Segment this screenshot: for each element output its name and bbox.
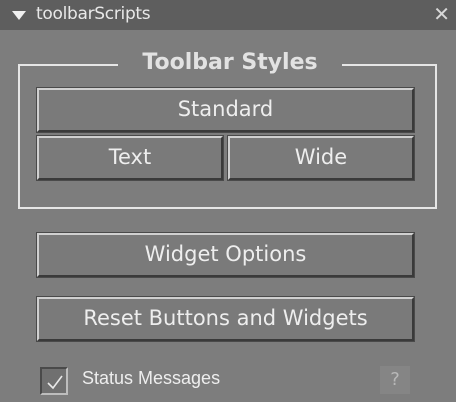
text-style-button[interactable]: Text (36, 135, 224, 181)
status-messages-label: Status Messages (82, 368, 221, 388)
toolbar-scripts-panel: toolbarScripts ✕ Toolbar Styles Standard… (0, 0, 456, 402)
toolbar-styles-title: Toolbar Styles (142, 50, 318, 75)
panel-title: toolbarScripts (36, 4, 151, 24)
wide-style-button[interactable]: Wide (227, 135, 415, 181)
reset-buttons-and-widgets-button[interactable]: Reset Buttons and Widgets (36, 296, 415, 342)
panel-titlebar[interactable]: toolbarScripts ✕ (0, 0, 456, 30)
widget-options-button[interactable]: Widget Options (36, 232, 415, 278)
help-button[interactable]: ? (380, 366, 410, 394)
standard-style-button[interactable]: Standard (36, 87, 415, 133)
collapse-triangle-icon[interactable] (12, 11, 26, 20)
checkmark-icon (47, 375, 63, 390)
status-messages-checkbox[interactable] (40, 367, 68, 395)
close-icon[interactable]: ✕ (433, 2, 450, 26)
